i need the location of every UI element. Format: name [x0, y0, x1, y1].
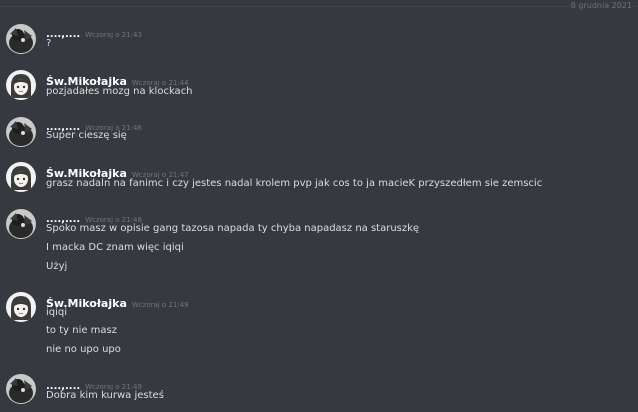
dark-character-avatar-icon	[6, 374, 36, 404]
chat-message-list: 8 grudnia 2021 ....,.... Wczoraj o 21:43 …	[0, 0, 638, 412]
message-text: pozjadałes mozg na klockach	[46, 86, 193, 97]
dark-character-avatar-icon	[6, 24, 36, 54]
avatar[interactable]	[6, 24, 36, 54]
message-text: iqiqi	[46, 307, 68, 318]
message-text: Dobra kim kurwa jesteś	[46, 390, 164, 401]
message-text: ?	[46, 38, 52, 49]
avatar[interactable]	[6, 162, 36, 192]
dark-character-avatar-icon	[6, 209, 36, 239]
message-text: Użyj	[46, 261, 68, 272]
anime-girl-avatar-icon	[6, 162, 36, 192]
message-text: I macka DC znam więc iqiqi	[46, 242, 184, 253]
message-header: Św.Mikołajka Wczoraj o 21:49	[46, 292, 189, 311]
anime-girl-avatar-icon	[6, 70, 36, 100]
avatar[interactable]	[6, 209, 36, 239]
avatar[interactable]	[6, 374, 36, 404]
date-divider-line	[0, 6, 638, 7]
date-divider-label: 8 grudnia 2021	[568, 0, 634, 12]
avatar[interactable]	[6, 70, 36, 100]
message-text: to ty nie masz	[46, 325, 118, 336]
message-text: Spoko masz w opisie gang tazosa napada t…	[46, 223, 420, 234]
timestamp[interactable]: Wczoraj o 21:49	[132, 301, 189, 309]
avatar[interactable]	[6, 292, 36, 322]
dark-character-avatar-icon	[6, 117, 36, 147]
anime-girl-avatar-icon	[6, 292, 36, 322]
message-text: nie no upo upo	[46, 344, 121, 355]
message-text: Super cieszę się	[46, 130, 127, 141]
avatar[interactable]	[6, 117, 36, 147]
message-text: grasz nadaln na fanimc i czy jestes nada…	[46, 178, 543, 189]
timestamp[interactable]: Wczoraj o 21:43	[85, 31, 142, 39]
message-header: ....,.... Wczoraj o 21:43	[46, 22, 142, 41]
